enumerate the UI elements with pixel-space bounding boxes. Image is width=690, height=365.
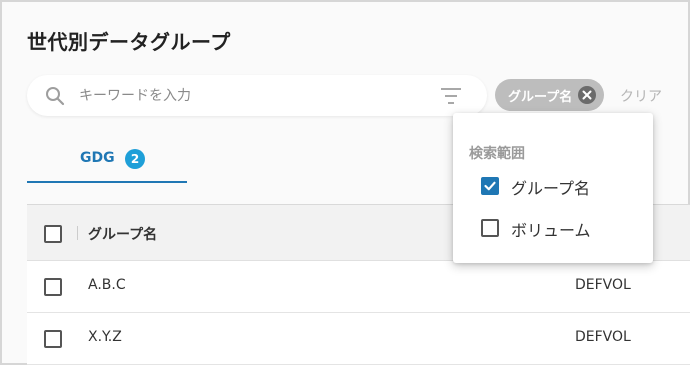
scope-option-group-name[interactable]: グループ名: [481, 175, 641, 199]
scope-option-label: グループ名: [511, 179, 591, 198]
column-header-group-name: グループ名: [88, 227, 158, 243]
search-scope-title: 検索範囲: [469, 146, 525, 162]
clear-link[interactable]: クリア: [620, 86, 662, 106]
table-row[interactable]: A.B.C DEFVOL: [27, 261, 690, 313]
checkbox-unchecked[interactable]: [481, 219, 499, 237]
tab-label: GDG: [80, 150, 115, 166]
filter-chip-group-name: グループ名: [495, 79, 604, 111]
select-all-checkbox[interactable]: [44, 225, 62, 243]
app-frame: 世代別データグループ グループ名 クリア GDG 2: [0, 0, 690, 365]
cell-group-name: A.B.C: [88, 277, 126, 293]
checkbox-checked[interactable]: [481, 177, 499, 195]
count-badge: 2: [125, 149, 145, 169]
chip-close-icon[interactable]: [578, 86, 596, 104]
row-checkbox[interactable]: [44, 278, 62, 296]
scope-option-label: ボリューム: [511, 221, 591, 240]
search-icon: [45, 86, 65, 106]
filter-chip-label: グループ名: [508, 89, 573, 105]
search-box[interactable]: [27, 75, 487, 116]
filter-icon[interactable]: [439, 85, 463, 107]
column-divider: [77, 226, 78, 240]
row-checkbox[interactable]: [44, 330, 62, 348]
cell-group-name: X.Y.Z: [88, 329, 122, 345]
cell-volume: DEFVOL: [575, 329, 631, 345]
scope-option-volume[interactable]: ボリューム: [481, 217, 641, 241]
tab-gdg[interactable]: GDG 2: [27, 144, 187, 183]
search-input[interactable]: [79, 75, 419, 116]
cell-volume: DEFVOL: [575, 277, 631, 293]
table-row[interactable]: X.Y.Z DEFVOL: [27, 313, 690, 365]
search-scope-menu: 検索範囲 グループ名 ボリューム: [453, 113, 653, 263]
page-title: 世代別データグループ: [27, 30, 231, 54]
